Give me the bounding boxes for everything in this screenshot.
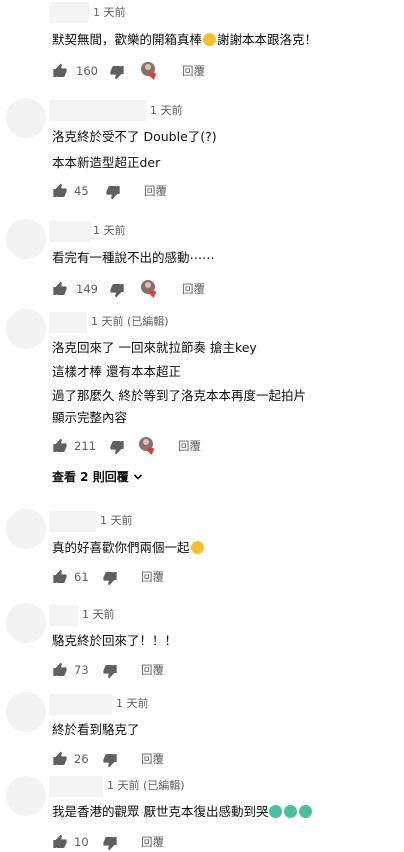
- commenter-name[interactable]: [49, 776, 103, 797]
- comment-actions: 211 回覆: [52, 436, 252, 456]
- commenter-name[interactable]: [49, 312, 87, 333]
- thumb-down-icon[interactable]: [102, 752, 118, 768]
- thumb-up-icon[interactable]: [52, 183, 68, 199]
- thumb-down-icon[interactable]: [102, 663, 118, 679]
- comment-time[interactable]: 1 天前: [93, 6, 126, 20]
- comment-text: 本本新造型超正der: [52, 155, 161, 170]
- comment-time[interactable]: 1 天前: [100, 514, 133, 528]
- avatar[interactable]: [6, 219, 46, 259]
- like-count: 73: [74, 663, 89, 677]
- reply-button[interactable]: 回覆: [141, 832, 164, 852]
- reply-button[interactable]: 回覆: [141, 660, 164, 680]
- comment-text: 我是香港的觀眾 厭世克本復出感動到哭: [52, 804, 313, 820]
- crying-emoji-icon: [299, 805, 313, 818]
- thumb-down-icon[interactable]: [109, 64, 125, 80]
- comment-text: 終於看到駱克了: [52, 722, 140, 737]
- reply-button[interactable]: 回覆: [144, 181, 167, 201]
- commenter-name[interactable]: [49, 100, 146, 121]
- comment-time[interactable]: 1 天前: [82, 608, 115, 622]
- comment-time[interactable]: 1 天前: [150, 104, 183, 118]
- reply-button[interactable]: 回覆: [141, 567, 164, 587]
- comment-text: 洛克回來了 一回來就拉節奏 搶主key: [52, 340, 257, 355]
- like-count: 61: [74, 570, 89, 584]
- comment-actions: 45 回覆: [52, 181, 252, 201]
- like-count: 160: [76, 64, 98, 78]
- comment-time[interactable]: 1 天前: [93, 224, 126, 238]
- commenter-name[interactable]: [49, 605, 78, 626]
- comment-actions: 10 回覆: [52, 832, 252, 852]
- thumb-down-icon[interactable]: [102, 570, 118, 586]
- view-replies-button[interactable]: 查看 2 則回覆: [52, 469, 143, 485]
- reply-button[interactable]: 回覆: [178, 436, 201, 456]
- creator-heart-icon: [141, 280, 156, 298]
- thumb-up-icon[interactable]: [52, 63, 68, 79]
- avatar[interactable]: [6, 692, 46, 732]
- smiling-emoji-icon: [203, 33, 217, 46]
- thumb-down-icon[interactable]: [102, 835, 118, 851]
- comment-time[interactable]: 1 天前 (已編輯): [107, 779, 185, 793]
- comment-actions: 73 回覆: [52, 660, 252, 680]
- like-count: 26: [74, 752, 89, 766]
- reply-button[interactable]: 回覆: [141, 749, 164, 769]
- comment-time[interactable]: 1 天前 (已編輯): [91, 315, 169, 329]
- comment-text: 真的好喜歡你們兩個一起: [52, 540, 205, 556]
- thumb-down-icon[interactable]: [105, 184, 121, 200]
- crying-emoji-icon: [284, 805, 298, 818]
- comment-text: 看完有一種說不出的感動⋯⋯: [52, 250, 215, 265]
- laughing-emoji-icon: [190, 541, 204, 554]
- comment-actions: 26 回覆: [52, 749, 252, 769]
- comment-actions: 61 回覆: [52, 567, 252, 587]
- thumb-up-icon[interactable]: [52, 438, 68, 454]
- avatar[interactable]: [6, 776, 46, 816]
- creator-heart-icon: [139, 437, 154, 455]
- thumb-up-icon[interactable]: [52, 569, 68, 585]
- comment-text: 這樣才棒 還有本本超正: [52, 364, 181, 379]
- commenter-name[interactable]: [49, 511, 96, 532]
- reply-button[interactable]: 回覆: [182, 61, 205, 81]
- avatar[interactable]: [6, 603, 46, 643]
- comment-text: 過了那麼久 終於等到了洛克本本再度一起拍片: [52, 388, 306, 403]
- thumb-up-icon[interactable]: [52, 281, 68, 297]
- view-replies-label: 查看 2 則回覆: [52, 470, 129, 484]
- comment-text: 洛克終於受不了 Double了(?): [52, 129, 217, 144]
- comment-text: 默契無間，歡樂的開箱真棒 謝謝本本跟洛克！: [52, 32, 318, 47]
- reply-button[interactable]: 回覆: [182, 279, 205, 299]
- avatar[interactable]: [6, 309, 46, 349]
- comment-actions: 149 回覆: [52, 279, 252, 299]
- comment-actions: 160 回覆: [52, 61, 252, 81]
- thumb-down-icon[interactable]: [109, 282, 125, 298]
- avatar[interactable]: [6, 509, 46, 549]
- thumb-up-icon[interactable]: [52, 662, 68, 678]
- chevron-down-icon: [133, 474, 142, 480]
- thumb-down-icon[interactable]: [109, 439, 125, 455]
- commenter-name[interactable]: [49, 221, 91, 242]
- like-count: 211: [74, 439, 96, 453]
- avatar[interactable]: [6, 98, 46, 138]
- like-count: 149: [76, 282, 98, 296]
- like-count: 10: [74, 835, 89, 849]
- creator-heart-icon: [141, 62, 156, 80]
- commenter-name[interactable]: [49, 2, 89, 23]
- like-count: 45: [74, 184, 89, 198]
- comment-time[interactable]: 1 天前: [116, 697, 149, 711]
- crying-emoji-icon: [269, 805, 283, 818]
- thumb-up-icon[interactable]: [52, 751, 68, 767]
- show-full-content-link[interactable]: 顯示完整內容: [52, 410, 127, 426]
- commenter-name[interactable]: [49, 694, 112, 715]
- comment-text: 駱克終於回來了！！！: [52, 633, 178, 648]
